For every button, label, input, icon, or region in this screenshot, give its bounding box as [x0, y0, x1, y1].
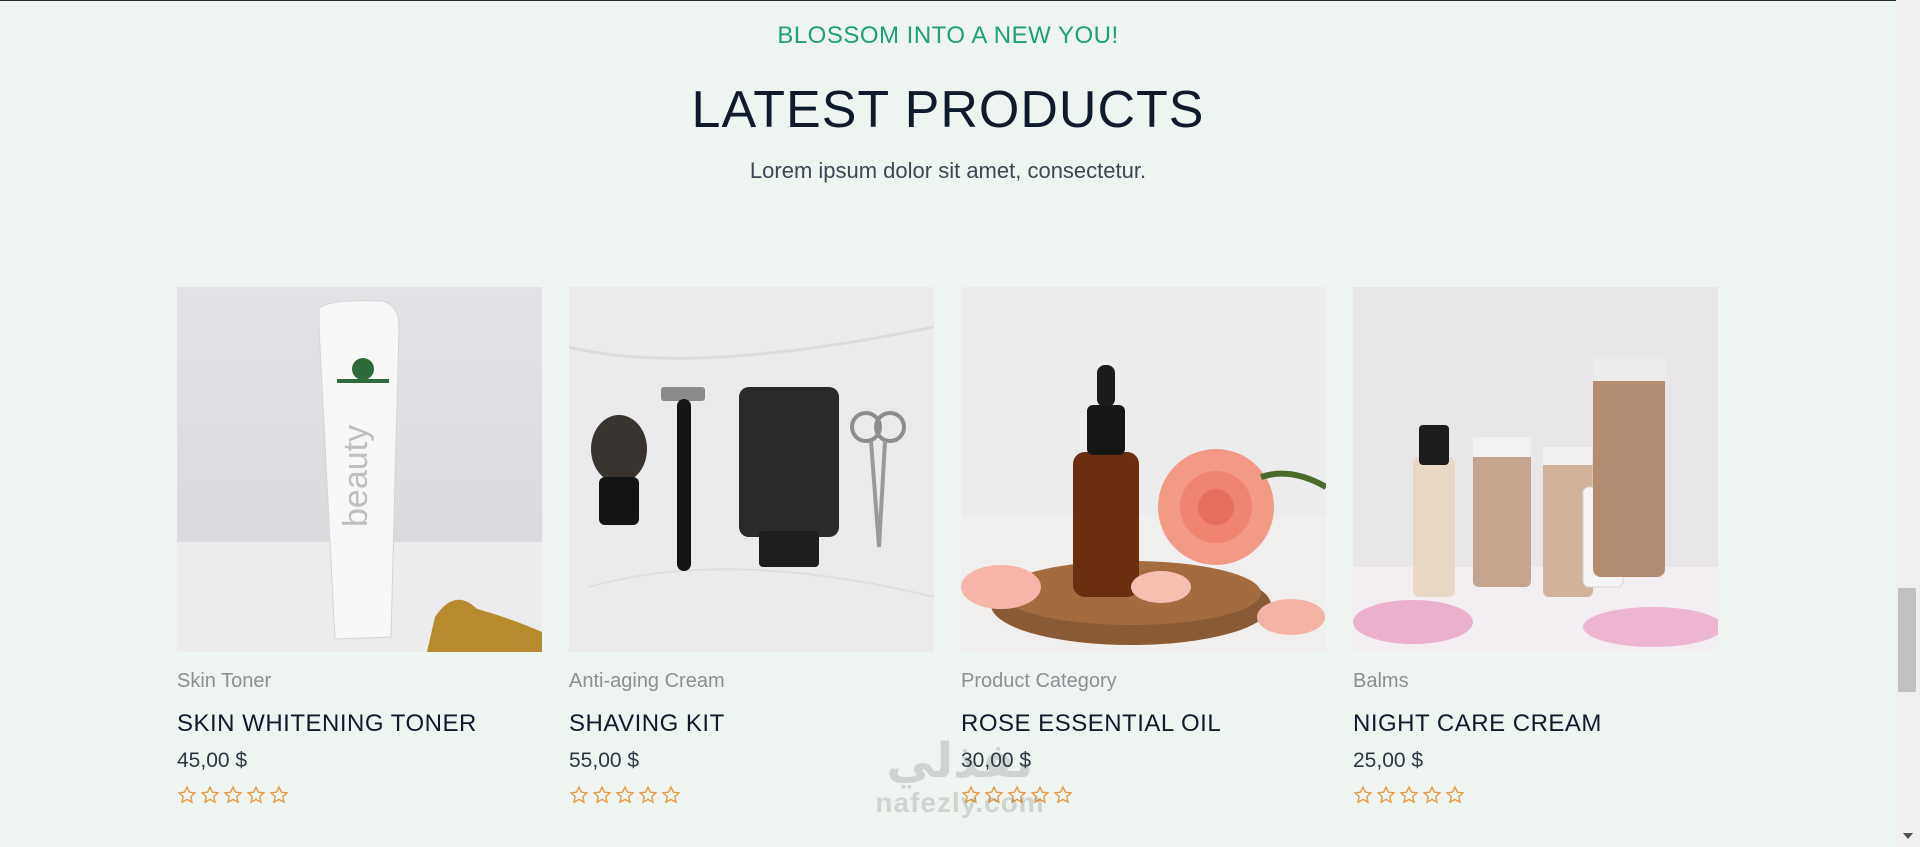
product-photo: beauty: [177, 287, 542, 652]
scroll-down-arrow-icon[interactable]: [1903, 833, 1913, 839]
section-title: LATEST PRODUCTS: [691, 81, 1205, 139]
rating-stars: [1353, 785, 1465, 805]
product-category[interactable]: Skin Toner: [177, 670, 271, 693]
product-card[interactable]: Balms NIGHT CARE CREAM 25,00 $: [1353, 287, 1718, 804]
watermark-latin: nafezly.com: [875, 787, 1045, 818]
page-scrollbar[interactable]: [1896, 0, 1920, 847]
product-photo: [961, 287, 1326, 652]
scrollbar-thumb[interactable]: [1898, 588, 1916, 692]
star-outline-icon: [1353, 785, 1373, 805]
star-outline-icon: [200, 785, 220, 805]
star-outline-icon: [661, 785, 681, 805]
product-price: 55,00 $: [569, 749, 640, 772]
rating-stars: [177, 785, 289, 805]
star-outline-icon: [223, 785, 243, 805]
section-tagline: BLOSSOM INTO A NEW YOU!: [777, 22, 1119, 49]
star-outline-icon: [269, 785, 289, 805]
product-category[interactable]: Anti-aging Cream: [569, 670, 725, 693]
product-card[interactable]: Anti-aging Cream SHAVING KIT 55,00 $: [569, 287, 934, 804]
product-category[interactable]: Product Category: [961, 670, 1117, 693]
product-title[interactable]: NIGHT CARE CREAM: [1353, 710, 1602, 738]
star-outline-icon: [638, 785, 658, 805]
product-title[interactable]: SHAVING KIT: [569, 710, 725, 738]
product-image[interactable]: [569, 287, 934, 652]
product-price: 25,00 $: [1353, 749, 1424, 772]
product-image[interactable]: beauty: [177, 287, 542, 652]
star-outline-icon: [615, 785, 635, 805]
watermark: نفذلي nafezly.com: [850, 735, 1070, 819]
product-photo: [569, 287, 934, 652]
star-outline-icon: [1376, 785, 1396, 805]
svg-text:beauty: beauty: [337, 425, 375, 527]
star-outline-icon: [246, 785, 266, 805]
product-photo: [1353, 287, 1718, 652]
star-outline-icon: [1422, 785, 1442, 805]
watermark-arabic: نفذلي: [886, 733, 1034, 789]
star-outline-icon: [1445, 785, 1465, 805]
section-subtitle: Lorem ipsum dolor sit amet, consectetur.: [749, 158, 1147, 183]
star-outline-icon: [1399, 785, 1419, 805]
top-divider: [0, 0, 1896, 1]
product-image[interactable]: [1353, 287, 1718, 652]
star-outline-icon: [592, 785, 612, 805]
star-outline-icon: [177, 785, 197, 805]
product-price: 45,00 $: [177, 749, 248, 772]
product-title[interactable]: SKIN WHITENING TONER: [177, 710, 477, 738]
product-card[interactable]: Product Category ROSE ESSENTIAL OIL 30,0…: [961, 287, 1326, 804]
product-category[interactable]: Balms: [1353, 670, 1409, 693]
product-image[interactable]: [961, 287, 1326, 652]
rating-stars: [569, 785, 681, 805]
product-card[interactable]: beauty Skin Toner SKIN WHITENING TONER 4…: [177, 287, 542, 804]
star-outline-icon: [569, 785, 589, 805]
